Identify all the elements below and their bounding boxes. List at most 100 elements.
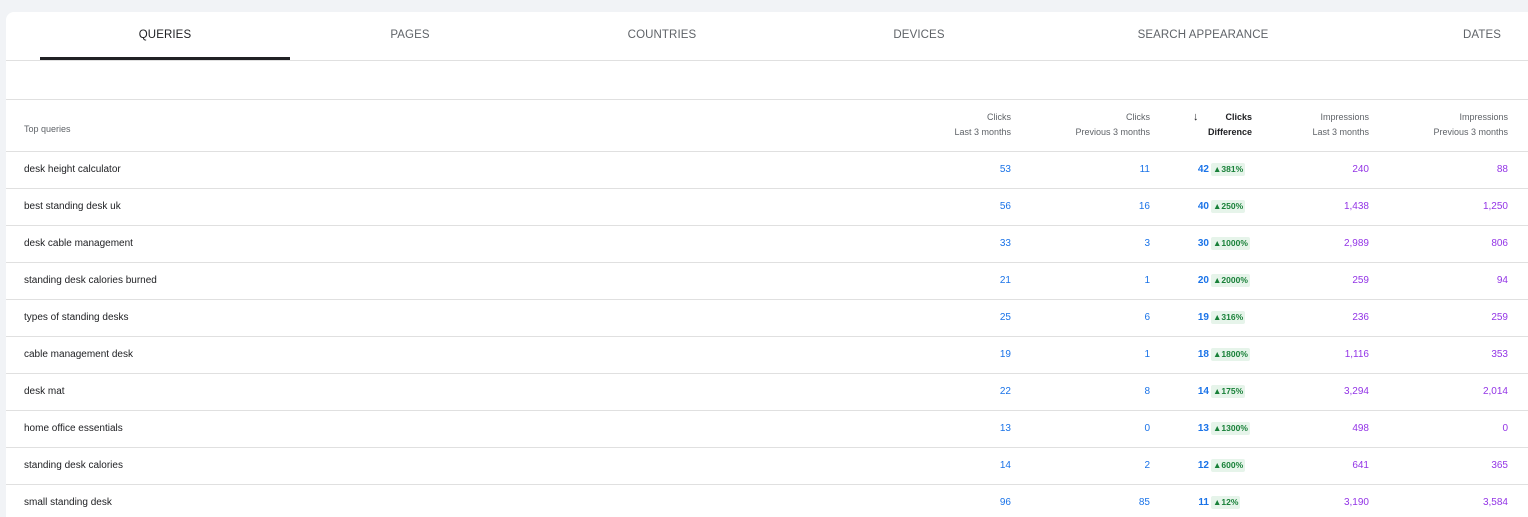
table-toolbar xyxy=(6,61,1528,100)
impressions-previous-cell: 259 xyxy=(1491,312,1508,323)
query-cell: standing desk calories xyxy=(24,460,123,471)
tab-pages[interactable]: PAGES xyxy=(350,12,470,60)
column-header-impressions-period: Last 3 months xyxy=(1312,127,1369,137)
column-header-clicks-previous-title: Clicks xyxy=(1126,112,1150,122)
impressions-cell: 3,294 xyxy=(1343,386,1369,397)
clicks-difference-cell: 40 xyxy=(1197,201,1209,212)
column-header-clicks-period: Last 3 months xyxy=(954,127,1011,137)
column-header-clicks-previous[interactable]: Clicks Previous 3 months xyxy=(1050,110,1150,140)
impressions-cell: 498 xyxy=(1352,423,1369,434)
clicks-difference-cell: 20 xyxy=(1197,275,1209,286)
column-header-clicks-difference-sub: Difference xyxy=(1207,127,1252,137)
clicks-previous-cell: 85 xyxy=(1138,497,1150,508)
impressions-previous-cell: 3,584 xyxy=(1482,497,1508,508)
change-badge: ▲1300% xyxy=(1211,421,1250,435)
table-row[interactable]: small standing desk 96 85 11 ▲12% 3,190 … xyxy=(6,485,1528,517)
table-row[interactable]: best standing desk uk 56 16 40 ▲250% 1,4… xyxy=(6,189,1528,226)
column-header-impressions-previous[interactable]: Impressions Previous 3 months xyxy=(1408,110,1508,140)
table-row[interactable]: desk cable management 33 3 30 ▲1000% 2,9… xyxy=(6,226,1528,263)
tab-search-appearance[interactable]: SEARCH APPEARANCE xyxy=(1123,12,1283,60)
clicks-cell: 56 xyxy=(999,201,1011,212)
column-header-clicks-previous-period: Previous 3 months xyxy=(1075,127,1150,137)
clicks-cell: 13 xyxy=(999,423,1011,434)
change-badge-cell: ▲1000% xyxy=(1211,226,1250,262)
change-badge: ▲381% xyxy=(1211,162,1246,176)
clicks-previous-cell: 1 xyxy=(1144,349,1150,360)
change-badge-cell: ▲1300% xyxy=(1211,411,1250,447)
change-badge: ▲12% xyxy=(1211,495,1241,509)
change-badge: ▲1800% xyxy=(1211,347,1250,361)
impressions-cell: 1,116 xyxy=(1344,349,1369,360)
query-cell: standing desk calories burned xyxy=(24,275,157,286)
change-badge-cell: ▲12% xyxy=(1211,485,1241,517)
change-badge: ▲600% xyxy=(1211,458,1246,472)
column-header-query[interactable]: Top queries xyxy=(24,122,71,137)
clicks-cell: 53 xyxy=(999,164,1011,175)
table-row[interactable]: standing desk calories burned 21 1 20 ▲2… xyxy=(6,263,1528,300)
change-badge-cell: ▲2000% xyxy=(1211,263,1250,299)
clicks-previous-cell: 1 xyxy=(1144,275,1150,286)
impressions-previous-cell: 88 xyxy=(1496,164,1508,175)
change-badge: ▲316% xyxy=(1211,310,1246,324)
tab-dates[interactable]: DATES xyxy=(1452,12,1512,60)
column-header-query-label: Top queries xyxy=(24,124,71,134)
tab-devices[interactable]: DEVICES xyxy=(859,12,979,60)
change-badge: ▲175% xyxy=(1211,384,1246,398)
clicks-cell: 25 xyxy=(999,312,1011,323)
clicks-difference-cell: 42 xyxy=(1197,164,1209,175)
column-header-clicks-difference[interactable]: Clicks Difference xyxy=(1152,110,1252,140)
change-badge-cell: ▲381% xyxy=(1211,152,1246,188)
query-cell: best standing desk uk xyxy=(24,201,121,212)
table-row[interactable]: cable management desk 19 1 18 ▲1800% 1,1… xyxy=(6,337,1528,374)
table-row[interactable]: standing desk calories 14 2 12 ▲600% 641… xyxy=(6,448,1528,485)
table-row[interactable]: types of standing desks 25 6 19 ▲316% 23… xyxy=(6,300,1528,337)
query-cell: desk height calculator xyxy=(24,164,121,175)
clicks-difference-cell: 11 xyxy=(1198,497,1209,508)
column-header-clicks-difference-title: Clicks xyxy=(1225,112,1252,122)
clicks-cell: 19 xyxy=(999,349,1011,360)
change-badge: ▲250% xyxy=(1211,199,1246,213)
impressions-previous-cell: 365 xyxy=(1491,460,1508,471)
query-cell: home office essentials xyxy=(24,423,123,434)
table-row[interactable]: desk height calculator 53 11 42 ▲381% 24… xyxy=(6,152,1528,189)
clicks-cell: 96 xyxy=(999,497,1011,508)
table-row[interactable]: desk mat 22 8 14 ▲175% 3,294 2,014 xyxy=(6,374,1528,411)
clicks-difference-cell: 30 xyxy=(1197,238,1209,249)
query-cell: cable management desk xyxy=(24,349,133,360)
clicks-difference-cell: 14 xyxy=(1197,386,1209,397)
clicks-difference-cell: 18 xyxy=(1197,349,1209,360)
change-badge-cell: ▲600% xyxy=(1211,448,1246,484)
clicks-previous-cell: 11 xyxy=(1139,164,1150,175)
clicks-previous-cell: 3 xyxy=(1144,238,1150,249)
clicks-cell: 33 xyxy=(999,238,1011,249)
clicks-cell: 14 xyxy=(999,460,1011,471)
clicks-cell: 21 xyxy=(999,275,1011,286)
impressions-cell: 236 xyxy=(1352,312,1369,323)
clicks-difference-cell: 12 xyxy=(1197,460,1209,471)
impressions-cell: 641 xyxy=(1352,460,1369,471)
tab-queries[interactable]: QUERIES xyxy=(40,12,290,60)
impressions-previous-cell: 0 xyxy=(1502,423,1508,434)
table-header: Top queries Clicks Last 3 months Clicks … xyxy=(6,100,1528,152)
table-row[interactable]: home office essentials 13 0 13 ▲1300% 49… xyxy=(6,411,1528,448)
impressions-cell: 259 xyxy=(1352,275,1369,286)
change-badge-cell: ▲316% xyxy=(1211,300,1246,336)
change-badge: ▲1000% xyxy=(1211,236,1250,250)
column-header-impressions-title: Impressions xyxy=(1320,112,1369,122)
tab-countries[interactable]: COUNTRIES xyxy=(602,12,722,60)
performance-table-card: QUERIES PAGES COUNTRIES DEVICES SEARCH A… xyxy=(6,12,1528,517)
active-tab-indicator xyxy=(40,57,290,60)
impressions-previous-cell: 353 xyxy=(1491,349,1508,360)
impressions-previous-cell: 94 xyxy=(1496,275,1508,286)
impressions-cell: 1,438 xyxy=(1343,201,1369,212)
change-badge: ▲2000% xyxy=(1211,273,1250,287)
column-header-clicks[interactable]: Clicks Last 3 months xyxy=(911,110,1011,140)
query-cell: desk cable management xyxy=(24,238,133,249)
impressions-cell: 240 xyxy=(1352,164,1369,175)
column-header-impressions[interactable]: Impressions Last 3 months xyxy=(1269,110,1369,140)
clicks-cell: 22 xyxy=(999,386,1011,397)
clicks-difference-cell: 13 xyxy=(1197,423,1209,434)
query-cell: small standing desk xyxy=(24,497,112,508)
impressions-previous-cell: 1,250 xyxy=(1482,201,1508,212)
query-cell: desk mat xyxy=(24,386,65,397)
